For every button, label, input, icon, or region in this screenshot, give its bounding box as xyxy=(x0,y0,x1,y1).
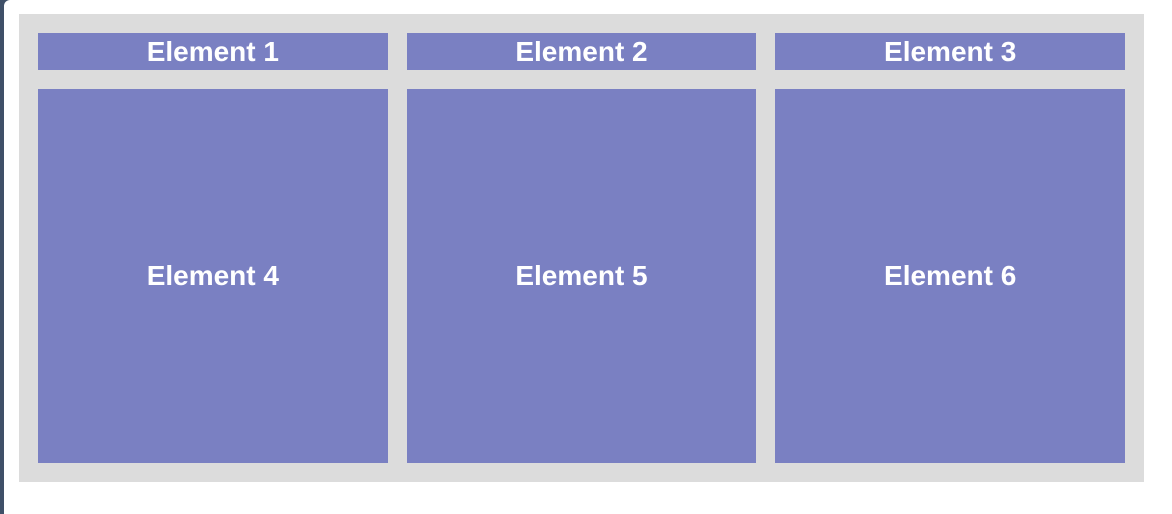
grid-item-5: Element 5 xyxy=(406,89,757,463)
page: Element 1 Element 2 Element 3 Element 4 … xyxy=(4,0,1172,514)
grid-item-4: Element 4 xyxy=(38,89,388,463)
grid-item-6: Element 6 xyxy=(775,89,1125,463)
grid-container: Element 1 Element 2 Element 3 Element 4 … xyxy=(19,14,1144,482)
grid-item-3: Element 3 xyxy=(775,33,1125,70)
grid-item-2: Element 2 xyxy=(406,33,757,70)
grid-item-1: Element 1 xyxy=(38,33,388,70)
